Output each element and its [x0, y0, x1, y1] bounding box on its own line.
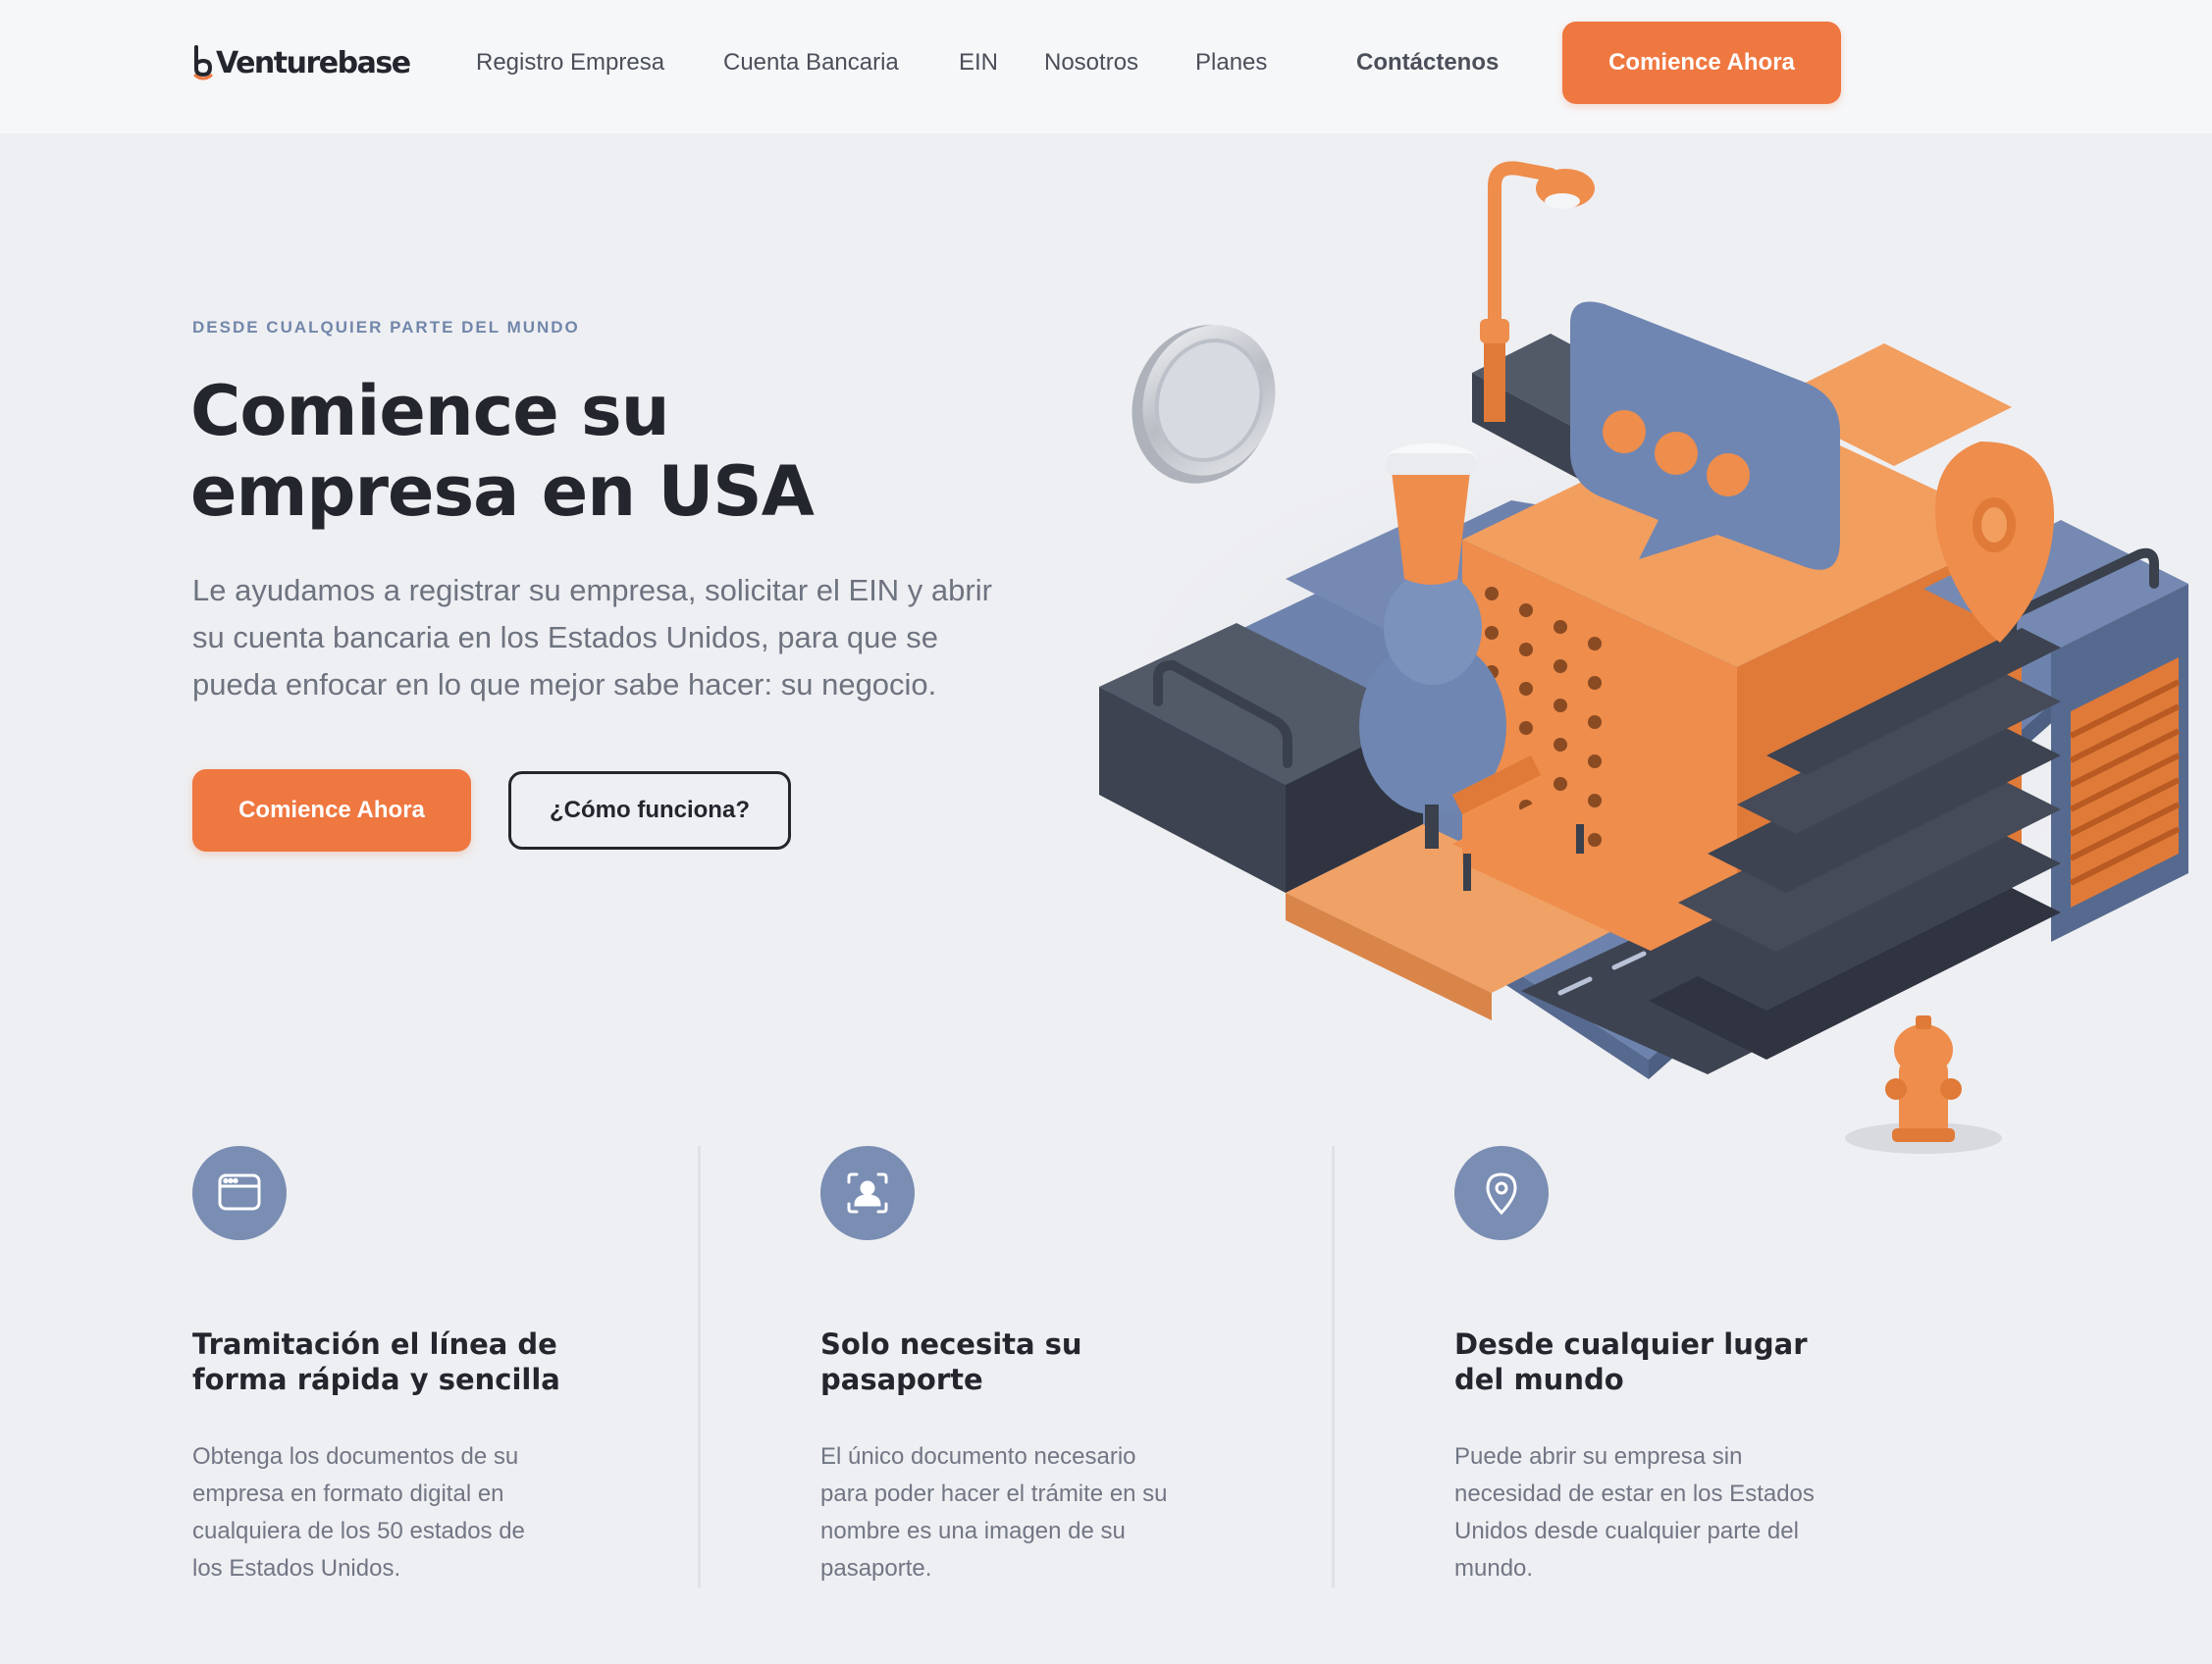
nav-planes[interactable]: Planes [1195, 49, 1267, 77]
hero-title-line-2: empresa en USA [190, 451, 815, 532]
user-scan-icon [847, 1172, 888, 1214]
feature-divider [1332, 1146, 1335, 1587]
header-cta-button[interactable]: Comience Ahora [1562, 22, 1841, 104]
hero-description: Le ayudamos a registrar su empresa, soli… [192, 573, 992, 702]
feature-icon-circle [820, 1146, 915, 1240]
logo-mark-icon [193, 45, 213, 80]
nav-cuenta-bancaria[interactable]: Cuenta Bancaria [723, 49, 899, 77]
site-header: Venturebase Registro Empresa Cuenta Banc… [0, 0, 2212, 133]
nav-nosotros[interactable]: Nosotros [1044, 49, 1138, 77]
hero-illustration [1080, 161, 2188, 1154]
feature-item: Desde cualquier lugar del mundo Puede ab… [1454, 1146, 1867, 1587]
map-pin-icon [1486, 1172, 1517, 1216]
browser-window-icon [218, 1173, 261, 1211]
logo[interactable]: Venturebase [192, 43, 411, 82]
hero-eyebrow: DESDE CUALQUIER PARTE DEL MUNDO [192, 318, 580, 337]
feature-icon-circle [1454, 1146, 1549, 1240]
feature-icon-circle [192, 1146, 287, 1240]
feature-text: Puede abrir su empresa sin necesidad de … [1454, 1443, 1815, 1582]
nav-contactenos[interactable]: Contáctenos [1356, 49, 1499, 77]
hero-cta-button[interactable]: Comience Ahora [192, 769, 471, 852]
logo-text: Venturebase [216, 45, 411, 80]
feature-text: Obtenga los documentos de su empresa en … [192, 1443, 525, 1582]
feature-text: El único documento necesario para poder … [820, 1443, 1168, 1582]
feature-item: Solo necesita su pasaporte El único docu… [820, 1146, 1233, 1587]
feature-title: Solo necesita su pasaporte [820, 1327, 1082, 1396]
feature-item: Tramitación el línea de forma rápida y s… [192, 1146, 605, 1587]
how-it-works-button[interactable]: ¿Cómo funciona? [508, 771, 791, 850]
feature-title: Desde cualquier lugar del mundo [1454, 1327, 1808, 1396]
nav-registro-empresa[interactable]: Registro Empresa [476, 49, 664, 77]
nav-ein[interactable]: EIN [959, 49, 998, 77]
feature-title: Tramitación el línea de forma rápida y s… [192, 1327, 560, 1396]
hero-title: Comience su empresa en USA [190, 371, 1074, 532]
feature-divider [698, 1146, 701, 1587]
hero-title-line-1: Comience su [190, 371, 670, 451]
